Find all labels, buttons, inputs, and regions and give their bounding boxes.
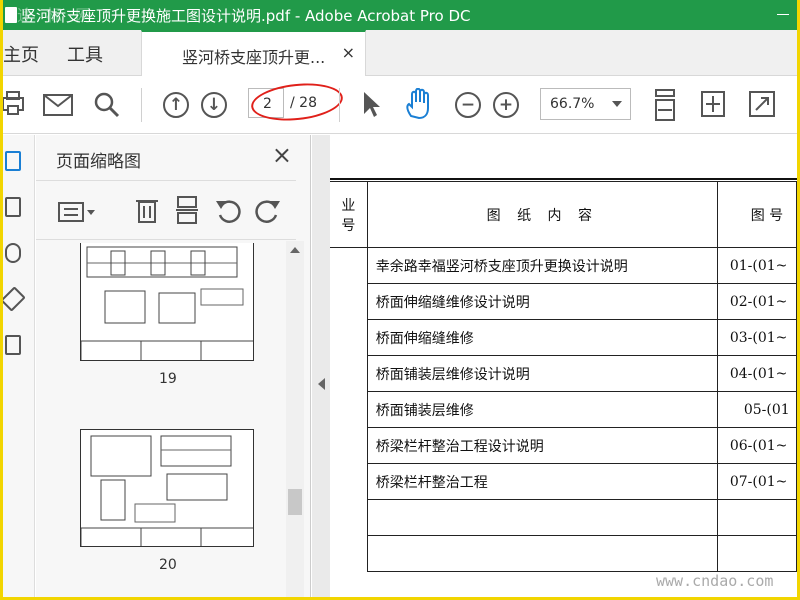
prev-page-icon[interactable]: ↑ xyxy=(163,92,189,118)
rotate-right-icon[interactable] xyxy=(254,197,282,223)
toolbar-separator xyxy=(339,88,340,122)
options-menu-icon[interactable] xyxy=(58,201,98,223)
row-content: 桥梁栏杆整治工程 xyxy=(366,463,718,500)
scroll-up-icon[interactable] xyxy=(290,247,300,253)
zoom-level-value: 66.7% xyxy=(550,96,595,112)
page-thumbnails-icon[interactable] xyxy=(5,151,21,171)
attachment-icon[interactable] xyxy=(5,243,21,263)
table-row: 桥梁栏杆整治工程设计说明 06-(01~ xyxy=(330,427,797,464)
page-thumbnails-panel: 页面缩略图 × 19 20 xyxy=(36,135,311,597)
collapse-panel-button[interactable] xyxy=(312,135,330,597)
tab-bar: 主页 工具 竖河桥支座顶升更... × xyxy=(3,30,797,77)
fit-page-icon[interactable] xyxy=(700,90,726,118)
rotate-left-icon[interactable] xyxy=(214,197,242,223)
toolbar-separator xyxy=(141,88,142,122)
thumbnail-label: 19 xyxy=(159,371,177,387)
delete-icon[interactable] xyxy=(134,195,160,225)
print-icon[interactable] xyxy=(3,90,25,116)
header-serial: 业 号 xyxy=(330,181,368,248)
row-code: 06-(01~ xyxy=(716,427,797,464)
row-code: 01-(01~ xyxy=(716,247,797,284)
search-icon[interactable] xyxy=(93,91,121,119)
extract-pages-icon[interactable] xyxy=(174,195,200,225)
title-bar: 竖河桥支座顶升更换施工图设计说明.pdf - Adobe Acrobat Pro… xyxy=(3,0,797,30)
tab-document[interactable]: 竖河桥支座顶升更... × xyxy=(141,30,366,77)
table-row: 桥面伸缩缝维修设计说明 02-(01~ xyxy=(330,283,797,320)
row-content: 桥面伸缩缝维修设计说明 xyxy=(366,283,718,320)
row-content: 桥面铺装层维修设计说明 xyxy=(366,355,718,392)
row-content xyxy=(366,499,718,536)
row-content: 桥面铺装层维修 xyxy=(366,391,718,428)
layers-icon[interactable] xyxy=(3,286,26,312)
panel-toolbar xyxy=(36,180,296,240)
zoom-in-icon[interactable]: + xyxy=(493,92,519,118)
scrollbar-thumb[interactable] xyxy=(288,489,302,515)
email-icon[interactable] xyxy=(43,94,73,116)
table-row: 桥面伸缩缝维修 03-(01~ xyxy=(330,319,797,356)
table-row: 桥面铺装层维修设计说明 04-(01~ xyxy=(330,355,797,392)
row-code: 07-(01~ xyxy=(716,463,797,500)
document-view[interactable]: 业 号 图 纸 内 容 图 号 幸余路幸福竖河桥支座顶升更换设计说明 01-(0… xyxy=(330,135,797,597)
close-panel-icon[interactable]: × xyxy=(272,141,292,169)
row-code xyxy=(716,535,797,572)
document-icon[interactable] xyxy=(5,335,21,355)
bookmark-icon[interactable] xyxy=(5,197,21,217)
thumbnail-scrollbar[interactable] xyxy=(286,241,304,597)
tab-home[interactable]: 主页 xyxy=(3,41,39,67)
header-code: 图 号 xyxy=(716,181,797,248)
page-thumbnail[interactable] xyxy=(80,429,254,547)
fullscreen-icon[interactable] xyxy=(748,90,776,118)
thumbnail-label: 20 xyxy=(159,557,177,573)
chevron-down-icon xyxy=(612,101,622,107)
table-row xyxy=(330,499,797,536)
acrobat-window: 竖河桥支座顶升更换施工图设计说明.pdf - Adobe Acrobat Pro… xyxy=(3,0,797,597)
tab-tools[interactable]: 工具 xyxy=(67,41,103,67)
thumbnail-drawing xyxy=(81,246,253,360)
header-content: 图 纸 内 容 xyxy=(366,181,718,248)
minimize-button[interactable] xyxy=(777,14,789,15)
watermark-text: 速 标 网 xyxy=(17,6,96,25)
main-toolbar: ↑ ↓ 2 / 28 − + 66.7% xyxy=(3,76,797,134)
fit-width-icon[interactable] xyxy=(652,88,678,122)
row-code: 05-(01 xyxy=(716,391,797,428)
zoom-level-select[interactable]: 66.7% xyxy=(540,88,631,120)
next-page-icon[interactable]: ↓ xyxy=(201,92,227,118)
close-tab-icon[interactable]: × xyxy=(342,43,355,62)
table-row: 幸余路幸福竖河桥支座顶升更换设计说明 01-(01~ xyxy=(330,247,797,284)
chevron-left-icon xyxy=(318,378,325,390)
row-content xyxy=(366,535,718,572)
hand-tool-icon[interactable] xyxy=(403,88,435,120)
site-watermark: www.cndao.com xyxy=(656,572,774,590)
select-cursor-icon[interactable] xyxy=(361,90,381,118)
row-code xyxy=(716,499,797,536)
table-header-row: 业 号 图 纸 内 容 图 号 xyxy=(330,181,797,248)
row-code: 02-(01~ xyxy=(716,283,797,320)
page-thumbnail[interactable] xyxy=(80,243,254,361)
table-row: 桥面铺装层维修 05-(01 xyxy=(330,391,797,428)
document-tab-label: 竖河桥支座顶升更... xyxy=(182,48,326,67)
thumbnail-drawing xyxy=(81,435,253,546)
panel-title: 页面缩略图 xyxy=(56,152,141,172)
drawing-index-table: 业 号 图 纸 内 容 图 号 幸余路幸福竖河桥支座顶升更换设计说明 01-(0… xyxy=(330,181,797,572)
row-content: 幸余路幸福竖河桥支座顶升更换设计说明 xyxy=(366,247,718,284)
table-row xyxy=(330,535,797,572)
navigation-pane-strip xyxy=(3,135,35,597)
table-row: 桥梁栏杆整治工程 07-(01~ xyxy=(330,463,797,500)
row-code: 03-(01~ xyxy=(716,319,797,356)
row-code: 04-(01~ xyxy=(716,355,797,392)
table-top-border xyxy=(330,178,797,180)
zoom-out-icon[interactable]: − xyxy=(455,92,481,118)
pdf-file-icon xyxy=(5,7,17,23)
row-content: 桥梁栏杆整治工程设计说明 xyxy=(366,427,718,464)
row-content: 桥面伸缩缝维修 xyxy=(366,319,718,356)
